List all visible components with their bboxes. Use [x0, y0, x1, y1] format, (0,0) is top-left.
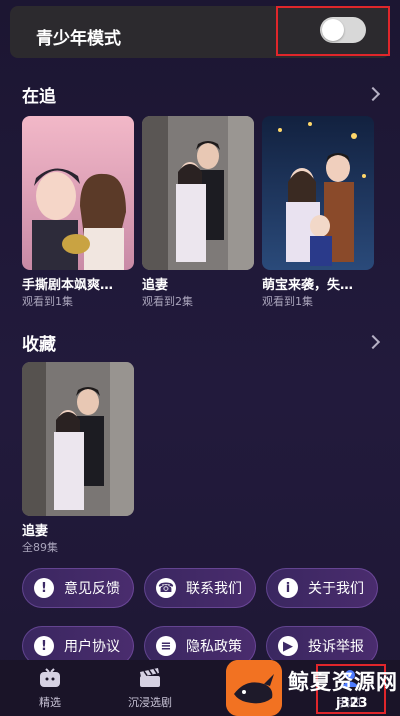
- card-episodes: 全89集: [22, 541, 58, 554]
- info-icon: i: [278, 578, 298, 598]
- tab-featured[interactable]: 精选: [10, 660, 90, 716]
- user-agreement-label: 用户协议: [64, 639, 120, 655]
- following-section-title: 在追: [22, 87, 56, 107]
- tab-featured-label: 精选: [39, 696, 61, 709]
- contact-us-label: 联系我们: [186, 581, 242, 597]
- poster-image: [22, 362, 134, 516]
- watermark-text: 鲸夏资源网: [288, 670, 398, 694]
- about-us-label: 关于我们: [308, 581, 364, 597]
- toggle-knob: [322, 19, 344, 41]
- clapper-icon: [140, 668, 160, 687]
- poster-image: [262, 116, 374, 270]
- tab-immersive[interactable]: 沉浸选剧: [110, 660, 190, 716]
- poster-image: [22, 116, 134, 270]
- report-label: 投诉举报: [308, 639, 364, 655]
- feedback-icon: !: [34, 578, 54, 598]
- feedback-button[interactable]: ! 意见反馈: [22, 568, 134, 608]
- report-icon: ▶: [278, 636, 298, 656]
- card-progress: 观看到1集: [262, 295, 313, 308]
- card-title: 手撕剧本飒爽…: [22, 278, 114, 293]
- card-title: 追妻: [22, 524, 49, 539]
- favorites-chevron-right-icon[interactable]: [365, 334, 381, 350]
- tab-immersive-label: 沉浸选剧: [128, 696, 172, 709]
- card-title: 萌宝来袭，失…: [262, 278, 354, 293]
- watermark: 鲸夏资源网 j323: [226, 660, 400, 716]
- teen-mode-toggle[interactable]: [320, 17, 366, 43]
- teen-mode-label: 青少年模式: [36, 29, 121, 49]
- whale-logo-icon: [226, 660, 282, 716]
- page: 青少年模式 在追 手撕剧本飒爽… 观看到1集 追妻 观看到2集 萌宝来袭，失… …: [0, 0, 400, 716]
- card-progress: 观看到2集: [142, 295, 193, 308]
- poster-image: [142, 116, 254, 270]
- agreement-icon: !: [34, 636, 54, 656]
- tv-icon: [40, 668, 60, 687]
- favorites-section-title: 收藏: [22, 335, 56, 355]
- card-progress: 观看到1集: [22, 295, 73, 308]
- feedback-label: 意见反馈: [64, 581, 120, 597]
- card-title: 追妻: [142, 278, 169, 293]
- privacy-policy-label: 隐私政策: [186, 639, 242, 655]
- following-chevron-right-icon[interactable]: [365, 86, 381, 102]
- phone-icon: ☎: [156, 578, 176, 598]
- about-us-button[interactable]: i 关于我们: [266, 568, 378, 608]
- contact-us-button[interactable]: ☎ 联系我们: [144, 568, 256, 608]
- privacy-icon: ≡: [156, 636, 176, 656]
- watermark-url: j323: [336, 696, 368, 711]
